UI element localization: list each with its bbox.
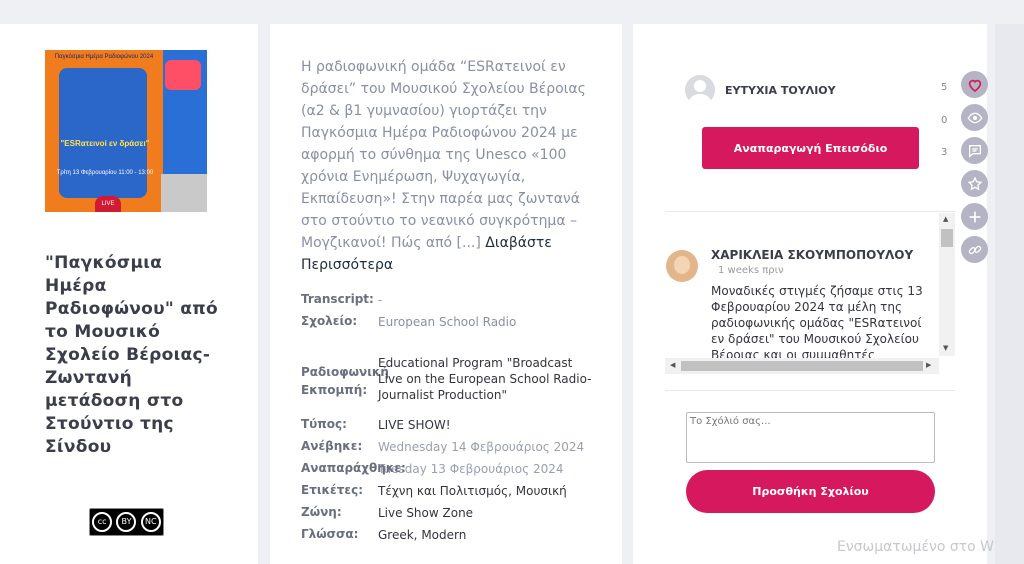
comments-count: 3: [941, 147, 948, 158]
creative-commons-badge[interactable]: cc BY NC: [89, 508, 164, 536]
views-count: 0: [941, 115, 948, 126]
star-icon: [967, 176, 982, 191]
scroll-left-icon[interactable]: ◀: [670, 361, 675, 369]
type-label: Τύπος:: [301, 417, 347, 431]
commenter-avatar: [666, 250, 698, 282]
description-ellipsis: [...]: [456, 235, 481, 251]
play-episode-button[interactable]: Αναπαραγωγή Επεισόδιο: [702, 127, 919, 169]
tags-label: Ετικέτες:: [301, 483, 363, 497]
description-text: Η ραδιοφωνική ομάδα “ESRατεινοί εν δράσε…: [301, 59, 586, 251]
school-value[interactable]: European School Radio: [378, 314, 603, 330]
likes-count: 5: [941, 82, 948, 93]
episode-description: Η ραδιοφωνική ομάδα “ESRατεινοί εν δράσε…: [301, 56, 599, 276]
author-avatar[interactable]: [685, 75, 715, 105]
comment-time: 1 weeks πριν: [718, 265, 784, 276]
by-icon: BY: [116, 512, 137, 532]
tags-value[interactable]: Τέχνη και Πολιτισμός, Μουσική: [378, 483, 603, 499]
poster-panel: [59, 68, 147, 198]
horizontal-scroll-thumb[interactable]: [681, 361, 923, 371]
played-label: Αναπαράχθηκε:: [301, 461, 406, 475]
transcript-label: Transcript:: [301, 292, 374, 306]
scroll-right-icon[interactable]: ▶: [926, 361, 931, 369]
share-link-button[interactable]: [961, 236, 988, 263]
scroll-down-icon[interactable]: ▼: [943, 344, 948, 352]
zone-value[interactable]: Live Show Zone: [378, 505, 603, 521]
comments-horizontal-scrollbar[interactable]: ◀ ▶: [665, 358, 939, 374]
program-value[interactable]: Educational Program "Broadcast Live on t…: [378, 355, 596, 403]
language-label: Γλώσσα:: [301, 527, 359, 541]
comment-input[interactable]: [686, 412, 935, 463]
zone-label: Ζώνη:: [301, 505, 342, 519]
comment-icon: [968, 145, 981, 158]
type-value: LIVE SHOW!: [378, 418, 451, 432]
vertical-scroll-thumb[interactable]: [941, 229, 953, 247]
language-value: Greek, Modern: [378, 528, 467, 542]
poster-top-text: Παγκόσμια Ημέρα Ραδιοφώνου 2024: [54, 54, 154, 60]
episode-poster[interactable]: Παγκόσμια Ημέρα Ραδιοφώνου 2024 "ESRατει…: [45, 50, 207, 212]
cc-icon: cc: [92, 512, 113, 532]
views-button[interactable]: [961, 104, 988, 131]
commenter-name: ΧΑΡΙΚΛΕΙΑ ΣΚΟΥΜΠΟΠΟΥΛΟΥ: [711, 248, 914, 262]
divider: [665, 390, 955, 391]
poster-live-badge: LIVE: [95, 196, 121, 212]
embed-text: Ενσωματωμένο στο W: [837, 539, 995, 555]
episode-title[interactable]: "Παγκόσμια Ημέρα Ραδιοφώνου" από το Μουσ…: [45, 252, 225, 459]
divider: [665, 211, 955, 212]
played-value: Tuesday 13 Φεβρουάριος 2024: [378, 462, 564, 476]
next-card: [995, 24, 1024, 564]
plus-icon: [969, 211, 980, 223]
like-button[interactable]: [961, 71, 988, 98]
program-label: Ραδιοφωνική Εκπομπή:: [301, 365, 389, 397]
poster-bottom-text: Τρίτη 13 Φεβρουαρίου 11:00 - 13:00: [56, 170, 154, 176]
school-label: Σχολείο:: [301, 314, 358, 328]
uploaded-label: Ανέβηκε:: [301, 439, 363, 453]
poster-photo: [161, 174, 207, 212]
favorite-button[interactable]: [961, 170, 988, 197]
comments-vertical-scrollbar[interactable]: ▲ ▼: [939, 213, 955, 356]
link-icon: [968, 245, 981, 255]
eye-icon: [967, 112, 982, 124]
heart-icon: [968, 79, 981, 93]
nc-icon: NC: [140, 512, 161, 532]
scroll-up-icon[interactable]: ▲: [943, 215, 948, 223]
add-comment-button[interactable]: Προσθήκη Σχολίου: [686, 470, 935, 513]
add-button[interactable]: [961, 203, 988, 230]
author-name[interactable]: ΕΥΤΥΧΙΑ ΤΟΥΛΙΟΥ: [725, 84, 836, 97]
poster-middle-text: "ESRατεινοί εν δράσει": [60, 139, 150, 148]
poster-heart-graphic: [165, 60, 201, 90]
comment-text: Μοναδικές στιγμές ζήσαμε στις 13 Φεβρουα…: [711, 284, 923, 359]
uploaded-value: Wednesday 14 Φεβρουάριος 2024: [378, 440, 585, 454]
comments-button[interactable]: [961, 137, 988, 164]
transcript-value: -: [378, 293, 383, 307]
